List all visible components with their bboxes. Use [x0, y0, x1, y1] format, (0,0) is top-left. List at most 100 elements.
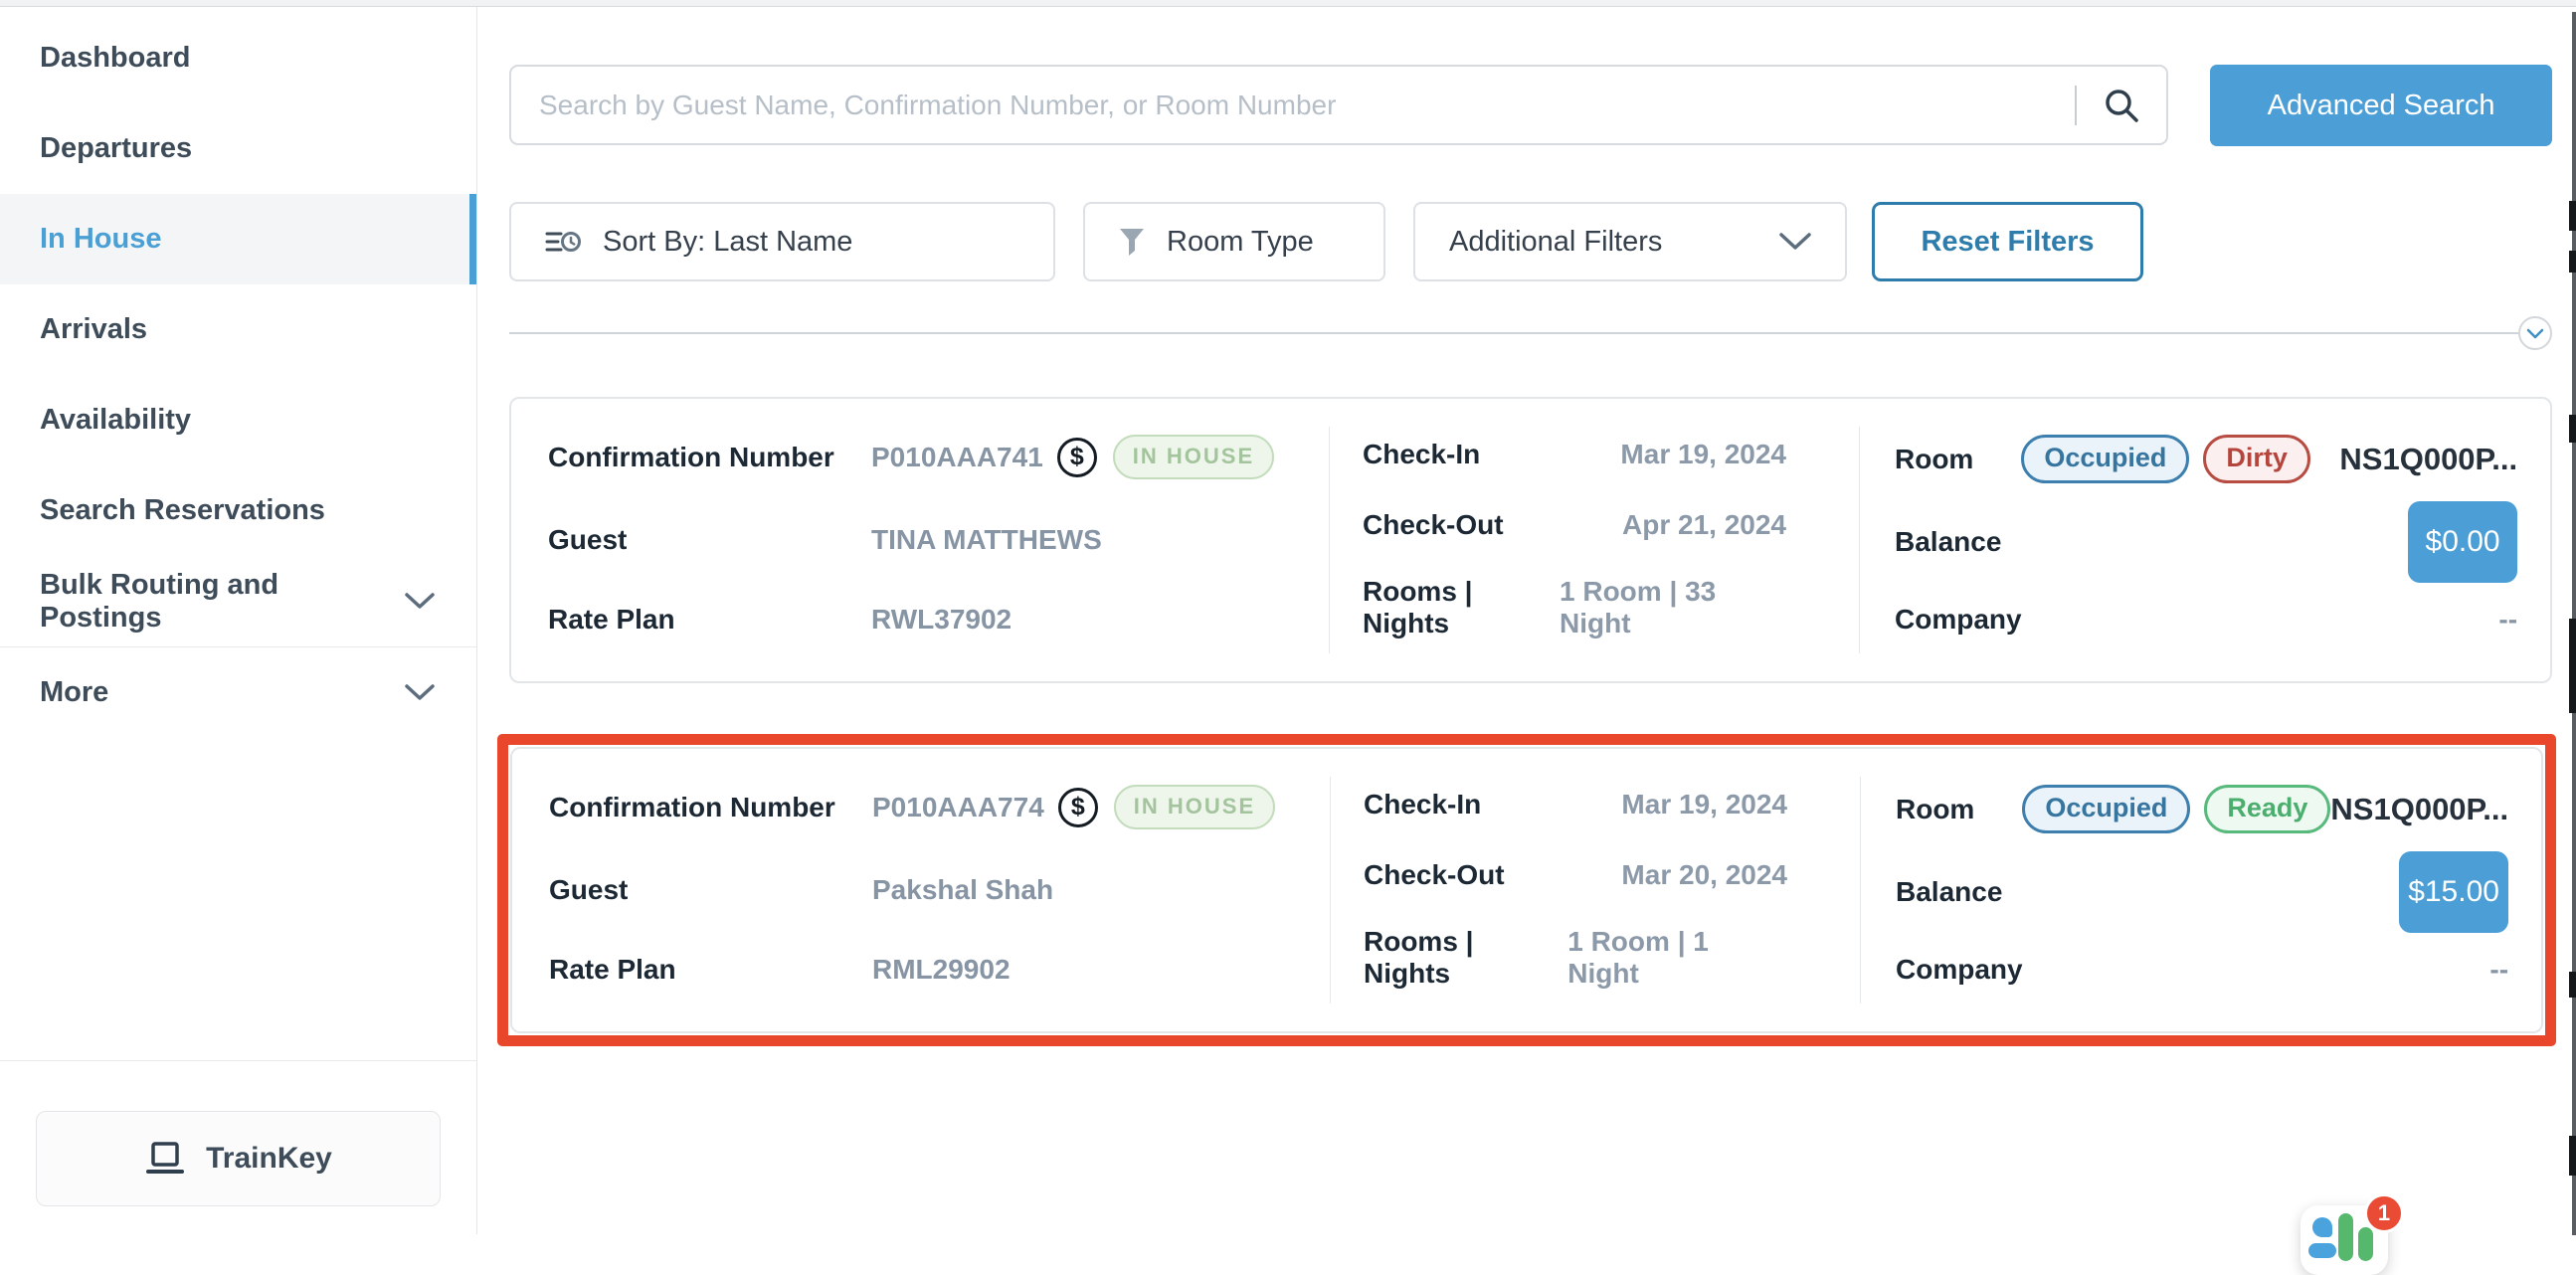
- checkout-row: Check-Out Mar 20, 2024: [1364, 855, 1787, 895]
- collapse-toggle-button[interactable]: [2518, 316, 2552, 350]
- room-type-label: Room Type: [1167, 226, 1314, 259]
- funnel-icon: [1119, 228, 1145, 257]
- guest-label: Guest: [549, 874, 872, 906]
- checkin-row: Check-In Mar 19, 2024: [1364, 785, 1787, 824]
- company-value: --: [2498, 604, 2517, 636]
- results-divider: [509, 316, 2552, 350]
- sort-by-button[interactable]: Sort By: Last Name: [509, 202, 1055, 281]
- occupancy-status-pill: Occupied: [2021, 435, 2189, 483]
- search-divider: [2075, 86, 2077, 125]
- right-edge-artifact: [2572, 12, 2576, 1235]
- rooms-nights-value: 1 Room | 1 Night: [1567, 926, 1787, 990]
- edge-tick: [2569, 619, 2576, 713]
- search-row: Advanced Search: [509, 65, 2552, 146]
- sidebar-item-label: More: [40, 676, 108, 709]
- search-input[interactable]: [539, 90, 2065, 121]
- chevron-down-icon: [405, 593, 435, 610]
- balance-row: Balance $0.00: [1895, 501, 2517, 583]
- checkout-date: Apr 21, 2024: [1622, 509, 1786, 541]
- status-badge: IN HOUSE: [1114, 785, 1275, 829]
- dollar-circle-icon[interactable]: $: [1057, 438, 1097, 477]
- room-number: NS1Q000P...: [2339, 442, 2517, 477]
- balance-label: Balance: [1895, 526, 2001, 558]
- status-badge: IN HOUSE: [1113, 435, 1274, 479]
- room-row: Room Occupied Ready NS1Q000P...: [1896, 785, 2508, 833]
- sidebar-item-bulk-routing[interactable]: Bulk Routing and Postings: [0, 556, 476, 646]
- guest-name: TINA MATTHEWS: [871, 524, 1102, 556]
- sidebar: Dashboard Departures In House Arrivals A…: [0, 7, 477, 1234]
- checkin-date: Mar 19, 2024: [1621, 789, 1787, 820]
- sidebar-item-in-house[interactable]: In House: [0, 194, 476, 284]
- rate-plan-label: Rate Plan: [548, 604, 871, 636]
- balance-button[interactable]: $0.00: [2408, 501, 2517, 583]
- sidebar-item-arrivals[interactable]: Arrivals: [0, 284, 476, 375]
- confirmation-number: P010AAA774: [872, 792, 1044, 823]
- room-type-filter-button[interactable]: Room Type: [1083, 202, 1385, 281]
- edge-tick: [2569, 1136, 2576, 1176]
- sidebar-footer: TrainKey: [0, 1060, 476, 1234]
- card-room-section: Room Occupied Dirty NS1Q000P... Balance …: [1860, 399, 2550, 681]
- sidebar-item-more[interactable]: More: [0, 646, 476, 737]
- edge-tick: [2569, 972, 2576, 998]
- main-content: Advanced Search Sort By: Last Name: [477, 7, 2576, 1234]
- edge-tick: [2569, 201, 2576, 231]
- sidebar-item-label: Dashboard: [40, 42, 190, 75]
- sidebar-item-label: Arrivals: [40, 313, 147, 346]
- additional-filters-dropdown[interactable]: Additional Filters: [1413, 202, 1847, 281]
- chevron-down-icon: [1779, 233, 1811, 251]
- rooms-nights-label: Rooms | Nights: [1363, 576, 1560, 639]
- guest-row: Guest TINA MATTHEWS: [548, 520, 1309, 560]
- app-window: Dashboard Departures In House Arrivals A…: [0, 7, 2576, 1234]
- housekeeping-status-pill: Dirty: [2203, 435, 2310, 483]
- checkout-date: Mar 20, 2024: [1621, 859, 1787, 891]
- rate-plan-value: RWL37902: [871, 604, 1012, 636]
- confirmation-label: Confirmation Number: [549, 792, 872, 823]
- sidebar-item-label: Departures: [40, 132, 192, 165]
- rate-plan-value: RML29902: [872, 954, 1011, 986]
- reset-filters-button[interactable]: Reset Filters: [1872, 202, 2143, 281]
- dollar-circle-icon[interactable]: $: [1058, 788, 1098, 827]
- trainkey-label: TrainKey: [206, 1142, 332, 1176]
- company-row: Company --: [1895, 600, 2517, 639]
- laptop-icon: [144, 1141, 186, 1177]
- checkin-date: Mar 19, 2024: [1620, 439, 1786, 470]
- advanced-search-button[interactable]: Advanced Search: [2210, 65, 2552, 146]
- rooms-nights-row: Rooms | Nights 1 Room | 33 Night: [1363, 576, 1786, 639]
- divider-line: [509, 332, 2518, 334]
- trainkey-button[interactable]: TrainKey: [36, 1111, 441, 1206]
- search-icon[interactable]: [2103, 87, 2140, 124]
- sidebar-item-label: Availability: [40, 404, 191, 437]
- reservation-card[interactable]: Confirmation Number P010AAA774 $ IN HOUS…: [510, 747, 2543, 1033]
- card-room-section: Room Occupied Ready NS1Q000P... Balance …: [1861, 749, 2541, 1031]
- sidebar-item-availability[interactable]: Availability: [0, 375, 476, 465]
- balance-button[interactable]: $15.00: [2399, 851, 2508, 933]
- notification-badge: 1: [2364, 1193, 2404, 1233]
- company-label: Company: [1895, 604, 2022, 636]
- room-number: NS1Q000P...: [2330, 792, 2508, 827]
- room-status-pills: Occupied Ready: [2022, 785, 2330, 833]
- balance-label: Balance: [1896, 876, 2002, 908]
- card-guest-section: Confirmation Number P010AAA741 $ IN HOUS…: [511, 399, 1329, 681]
- checkout-label: Check-Out: [1363, 509, 1504, 541]
- edge-tick: [2569, 415, 2576, 443]
- filter-row: Sort By: Last Name Room Type Additional …: [509, 202, 2552, 281]
- chat-app-icon[interactable]: 1: [2300, 1205, 2388, 1275]
- reservation-card[interactable]: Confirmation Number P010AAA741 $ IN HOUS…: [509, 397, 2552, 683]
- checkout-row: Check-Out Apr 21, 2024: [1363, 505, 1786, 545]
- room-row: Room Occupied Dirty NS1Q000P...: [1895, 435, 2517, 483]
- sidebar-item-dashboard[interactable]: Dashboard: [0, 13, 476, 103]
- additional-filters-label: Additional Filters: [1449, 226, 1662, 259]
- sidebar-item-search-reservations[interactable]: Search Reservations: [0, 465, 476, 556]
- confirmation-row: Confirmation Number P010AAA774 $ IN HOUS…: [549, 785, 1310, 829]
- chat-logo-shape: [2312, 1217, 2332, 1237]
- edge-tick: [2569, 251, 2576, 273]
- rate-plan-row: Rate Plan RML29902: [549, 950, 1310, 990]
- rate-plan-label: Rate Plan: [549, 954, 872, 986]
- guest-name: Pakshal Shah: [872, 874, 1053, 906]
- sidebar-item-departures[interactable]: Departures: [0, 103, 476, 194]
- confirmation-row: Confirmation Number P010AAA741 $ IN HOUS…: [548, 435, 1309, 479]
- room-status-pills: Occupied Dirty: [2021, 435, 2310, 483]
- card-guest-section: Confirmation Number P010AAA774 $ IN HOUS…: [512, 749, 1330, 1031]
- confirmation-number: P010AAA741: [871, 442, 1043, 473]
- company-value: --: [2489, 954, 2508, 986]
